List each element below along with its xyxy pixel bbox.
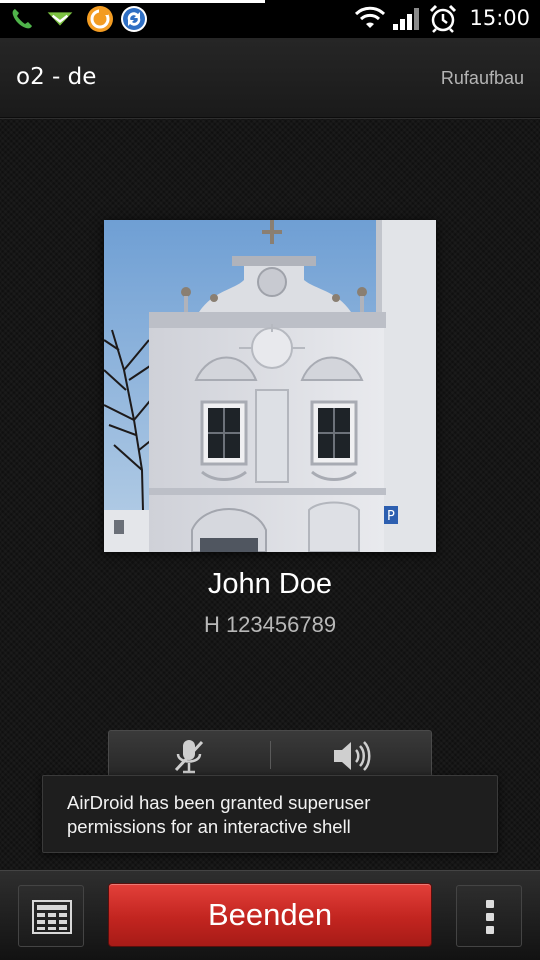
carrier-name: o2 - de bbox=[16, 64, 97, 90]
contact-photo: P bbox=[104, 220, 436, 552]
call-header: o2 - de Rufaufbau bbox=[0, 38, 540, 118]
status-bar-progress-line bbox=[0, 0, 265, 3]
speaker-icon bbox=[334, 741, 371, 771]
toast-notification: AirDroid has been granted superuser perm… bbox=[42, 775, 498, 853]
missed-call-icon bbox=[47, 12, 73, 26]
alarm-icon bbox=[429, 4, 457, 33]
svg-text:P: P bbox=[387, 509, 395, 524]
overflow-menu-button[interactable] bbox=[456, 885, 522, 947]
call-state: Rufaufbau bbox=[440, 68, 524, 88]
contact-name: John Doe bbox=[207, 568, 333, 600]
sync-icon bbox=[121, 6, 147, 32]
in-call-controls bbox=[108, 730, 432, 780]
speaker-button[interactable] bbox=[271, 731, 431, 779]
toast-line-2: permissions for an interactive shell bbox=[67, 816, 351, 837]
overflow-menu-icon-dot bbox=[486, 926, 494, 934]
dialpad-icon bbox=[32, 900, 72, 934]
status-bar: 15:00 bbox=[0, 0, 540, 38]
wifi-icon bbox=[354, 6, 386, 28]
overflow-menu-icon-dot bbox=[486, 913, 494, 921]
phone-icon bbox=[12, 9, 32, 29]
app-icon-orange bbox=[87, 6, 113, 32]
mute-microphone-icon bbox=[174, 740, 204, 774]
status-time: 15:00 bbox=[469, 6, 530, 30]
contact-number: H 123456789 bbox=[203, 612, 337, 637]
dialpad-button[interactable] bbox=[18, 885, 84, 947]
end-call-button[interactable]: Beenden bbox=[108, 883, 432, 947]
signal-icon bbox=[393, 8, 419, 30]
toast-line-1: AirDroid has been granted superuser bbox=[67, 792, 371, 813]
overflow-menu-icon bbox=[486, 900, 494, 908]
mute-button[interactable] bbox=[109, 731, 269, 779]
bottom-action-bar: Beenden bbox=[0, 870, 540, 960]
